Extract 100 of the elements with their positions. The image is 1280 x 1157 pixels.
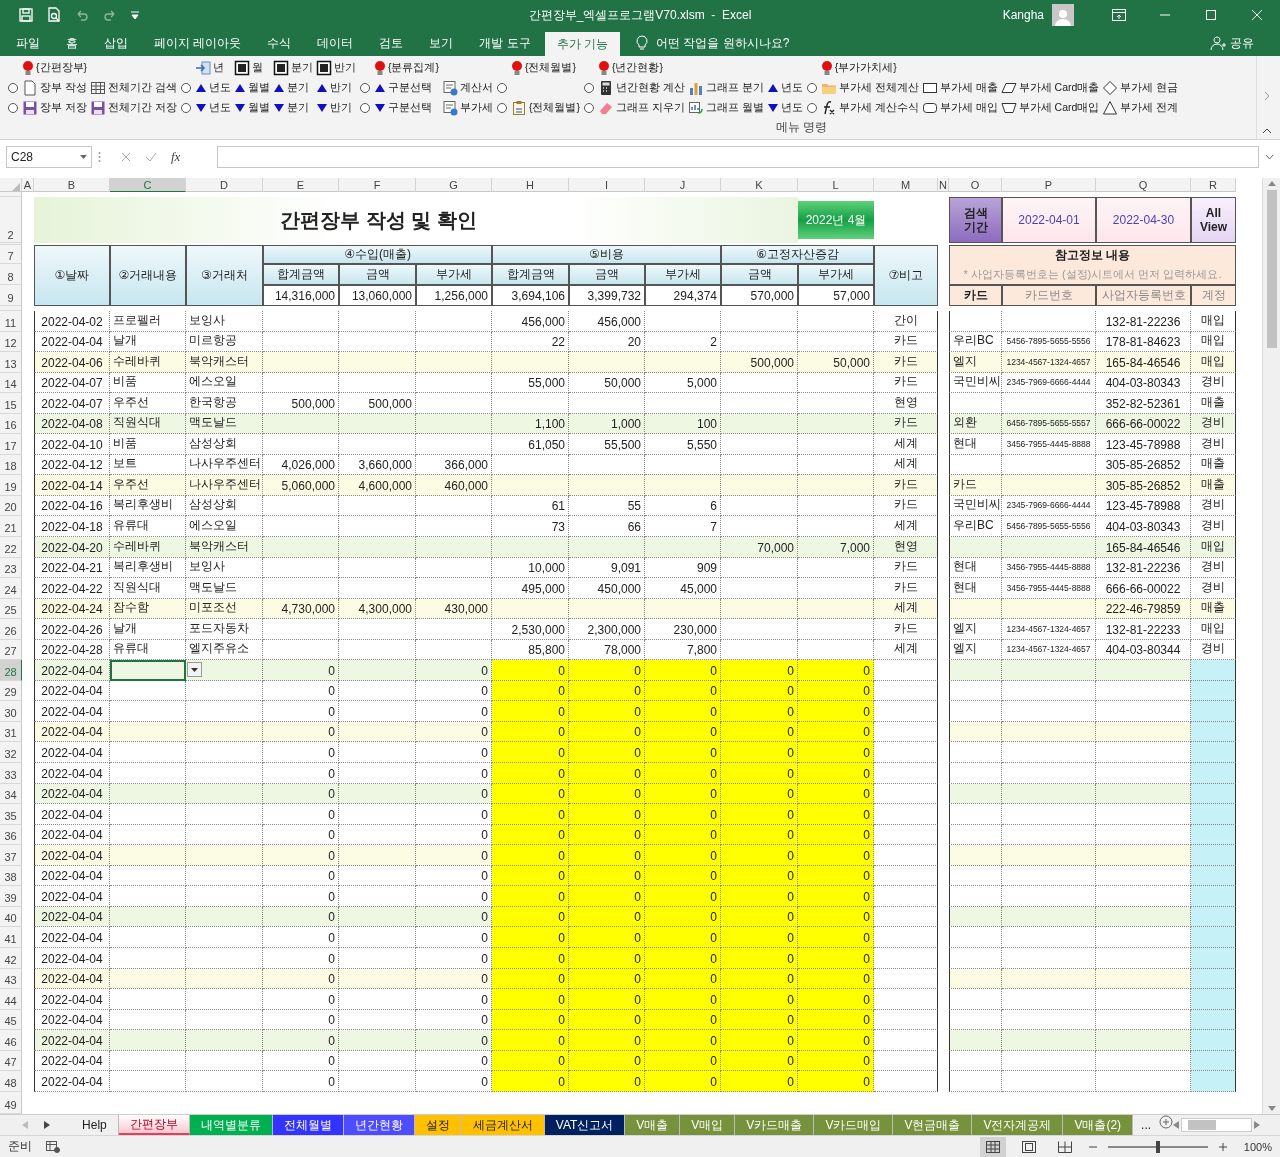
row-header[interactable]: 9 xyxy=(0,285,22,306)
row-header[interactable]: 13 xyxy=(0,352,22,373)
ribbon-button[interactable]: 반기 xyxy=(314,58,357,78)
column-header[interactable]: C xyxy=(110,178,186,192)
column-header[interactable]: D xyxy=(186,178,263,192)
row-header[interactable]: 26 xyxy=(0,619,22,640)
column-header[interactable]: E xyxy=(263,178,339,192)
menu-tab[interactable]: 파일 xyxy=(4,30,52,56)
row-header[interactable]: 42 xyxy=(0,947,22,969)
row-header[interactable]: 49 xyxy=(0,1091,22,1114)
ribbon-button[interactable]: 부가세 Card매출 xyxy=(999,78,1101,98)
menu-tab[interactable]: 삽입 xyxy=(92,30,140,56)
radio-button[interactable] xyxy=(583,83,594,93)
row-header[interactable]: 28 xyxy=(0,660,22,681)
zoom-level[interactable]: 100% xyxy=(1243,1140,1272,1153)
column-header[interactable]: O xyxy=(949,178,1002,192)
ribbon-button[interactable]: 부가세 전계 xyxy=(1101,98,1180,118)
sheet-tab[interactable]: 설정 xyxy=(414,1115,462,1135)
row-header[interactable]: 30 xyxy=(0,701,22,722)
column-header[interactable]: K xyxy=(721,178,798,192)
row-header[interactable]: 8 xyxy=(0,264,22,285)
ribbon-button[interactable]: 월별 xyxy=(232,98,271,118)
row-header[interactable]: 36 xyxy=(0,824,22,846)
ribbon-button[interactable]: 그래프 지우기 xyxy=(596,98,686,118)
ribbon-button[interactable]: 그래프 월별 xyxy=(686,98,765,118)
row-header[interactable]: 44 xyxy=(0,989,22,1010)
radio-button[interactable] xyxy=(180,103,191,113)
row-header[interactable]: 47 xyxy=(0,1050,22,1072)
row-header[interactable]: 32 xyxy=(0,742,22,764)
row-header[interactable]: 24 xyxy=(0,578,22,599)
radio-button[interactable] xyxy=(180,83,191,93)
ribbon-button[interactable]: 년 xyxy=(193,58,225,78)
row-header[interactable]: 35 xyxy=(0,804,22,825)
ribbon-button[interactable]: 부가세 Card매입 xyxy=(999,98,1101,118)
row-header[interactable]: 15 xyxy=(0,393,22,414)
column-header[interactable]: H xyxy=(492,178,569,192)
sheet-tab[interactable]: 세금계산서 xyxy=(461,1115,545,1135)
sheet-tab[interactable]: V매입 xyxy=(680,1115,736,1135)
row-header[interactable]: 37 xyxy=(0,845,22,866)
row-header[interactable]: 23 xyxy=(0,557,22,579)
name-box[interactable]: C28 xyxy=(6,146,92,168)
row-header[interactable]: 34 xyxy=(0,783,22,805)
ribbon-button[interactable]: 분기 xyxy=(271,58,314,78)
sheet-tab[interactable]: VAT신고서 xyxy=(544,1115,626,1135)
radio-button[interactable] xyxy=(583,103,594,113)
ribbon-button[interactable]: 년도 xyxy=(765,78,804,98)
row-header[interactable]: 7 xyxy=(0,245,22,264)
column-header[interactable]: Q xyxy=(1096,178,1191,192)
column-header[interactable]: P xyxy=(1002,178,1096,192)
radio-button[interactable] xyxy=(806,103,817,113)
scrollbar-thumb[interactable] xyxy=(1266,190,1277,348)
menu-tab[interactable]: 데이터 xyxy=(305,30,366,56)
row-header[interactable]: 31 xyxy=(0,721,22,743)
row-header[interactable]: 29 xyxy=(0,680,22,702)
row-header[interactable]: 38 xyxy=(0,865,22,887)
ribbon-button[interactable]: 년간현황 계산 xyxy=(596,78,686,98)
ribbon-button[interactable]: 계산서 xyxy=(440,78,494,98)
ribbon-button[interactable]: 부가세 매입 xyxy=(920,98,999,118)
ribbon-button[interactable]: 부가세 현금 xyxy=(1101,78,1180,98)
sheet-tab[interactable]: 년간현황 xyxy=(343,1115,415,1135)
radio-button[interactable] xyxy=(8,103,18,113)
column-header[interactable]: B xyxy=(34,178,110,192)
more-tabs-button[interactable]: ... xyxy=(1133,1115,1160,1135)
row-header[interactable]: 46 xyxy=(0,1030,22,1051)
date-to-field[interactable]: 2022-04-30 xyxy=(1096,197,1191,243)
normal-view-button[interactable] xyxy=(979,1136,1006,1157)
menu-tab[interactable]: 수식 xyxy=(255,30,304,56)
column-header[interactable]: A xyxy=(22,178,34,192)
ribbon-button[interactable]: {간편장부} xyxy=(21,58,88,78)
date-from-field[interactable]: 2022-04-01 xyxy=(1002,197,1096,243)
ribbon-button[interactable]: 구분선택 xyxy=(372,98,433,118)
ribbon-button[interactable]: 장부 저장 xyxy=(21,98,88,118)
slider-thumb[interactable] xyxy=(1155,1140,1160,1153)
insert-function-button[interactable]: fx xyxy=(171,149,181,165)
row-header[interactable]: 2 xyxy=(0,197,22,243)
sheet-tab[interactable]: V현금매출 xyxy=(893,1115,973,1135)
row-header[interactable]: 40 xyxy=(0,906,22,928)
row-header[interactable]: 18 xyxy=(0,454,22,476)
sheet-tab[interactable]: V카드매출 xyxy=(735,1115,815,1135)
row-header[interactable]: 11 xyxy=(0,311,22,332)
ribbon-button[interactable]: 장부 작성 xyxy=(21,78,88,98)
row-header[interactable]: 48 xyxy=(0,1071,22,1092)
ribbon-button[interactable]: 분기 xyxy=(271,78,310,98)
menu-tab[interactable]: 보기 xyxy=(417,30,466,56)
radio-button[interactable] xyxy=(496,103,507,113)
column-header[interactable]: M xyxy=(874,178,938,192)
ribbon-button[interactable]: 년도 xyxy=(193,78,232,98)
ribbon-button[interactable]: 부가세 xyxy=(440,98,494,118)
column-header[interactable]: J xyxy=(645,178,721,192)
column-header[interactable]: G xyxy=(416,178,492,192)
ribbon-button[interactable]: 월 xyxy=(232,58,264,78)
sheet-tab[interactable]: V매출 xyxy=(625,1115,681,1135)
sheet-tab[interactable]: 전체월별 xyxy=(272,1115,344,1135)
ribbon-button[interactable]: 반기 xyxy=(314,78,353,98)
menu-tab[interactable]: 검토 xyxy=(367,30,416,56)
sheet-tab[interactable]: V전자계공제 xyxy=(972,1115,1064,1135)
row-header[interactable]: 12 xyxy=(0,331,22,353)
menu-tab[interactable]: 추가 기능 xyxy=(544,32,621,56)
column-header[interactable]: L xyxy=(798,178,874,192)
row-header[interactable]: 39 xyxy=(0,886,22,907)
